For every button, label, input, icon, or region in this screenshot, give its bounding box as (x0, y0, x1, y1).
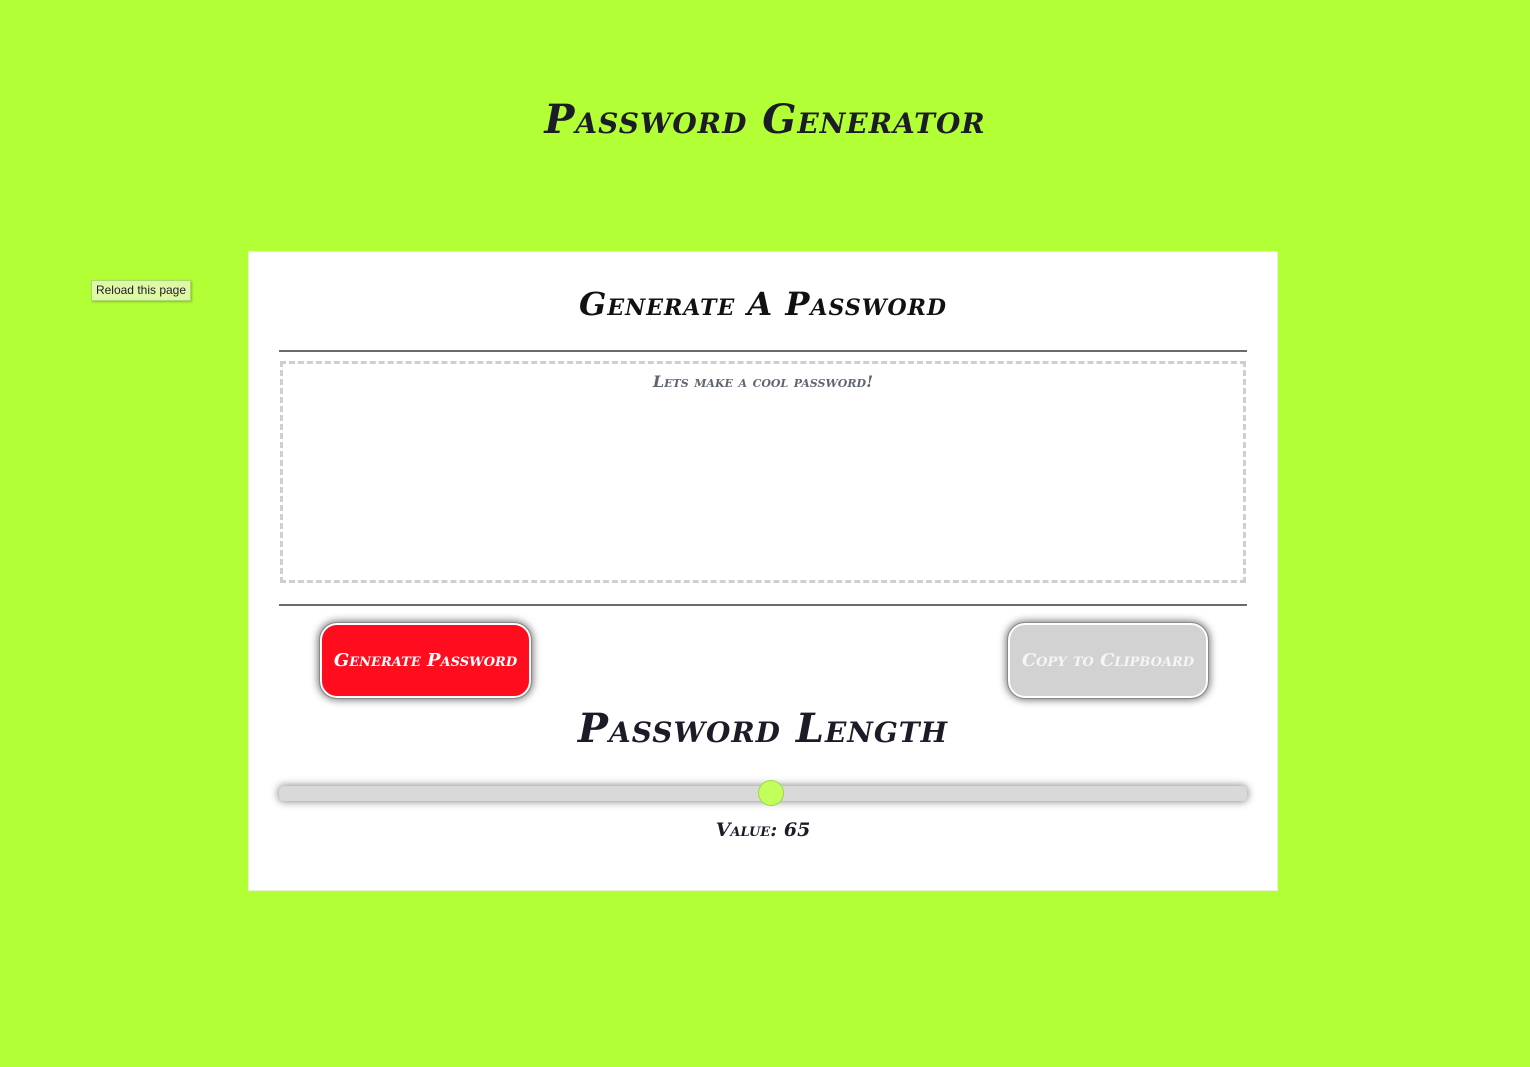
top-divider (279, 350, 1247, 352)
slider-value: 65 (783, 819, 811, 841)
password-length-title: Password Length (577, 705, 949, 752)
slider-value-label: Value: 65 (249, 818, 1277, 842)
password-length-slider[interactable] (279, 780, 1247, 806)
slider-value-prefix: Value: (715, 819, 778, 841)
page-title: Password Generator (544, 96, 986, 143)
reload-page-tooltip[interactable]: Reload this page (91, 280, 191, 301)
card-title: Generate A Password (578, 285, 948, 323)
slider-thumb[interactable] (757, 780, 784, 806)
password-output[interactable] (280, 361, 1246, 583)
bottom-divider (279, 604, 1247, 606)
copy-to-clipboard-button[interactable]: Copy to Clipboard (1007, 622, 1209, 699)
generator-card: Generate A Password Generate Password Co… (248, 251, 1278, 891)
generate-password-button[interactable]: Generate Password (319, 622, 532, 699)
